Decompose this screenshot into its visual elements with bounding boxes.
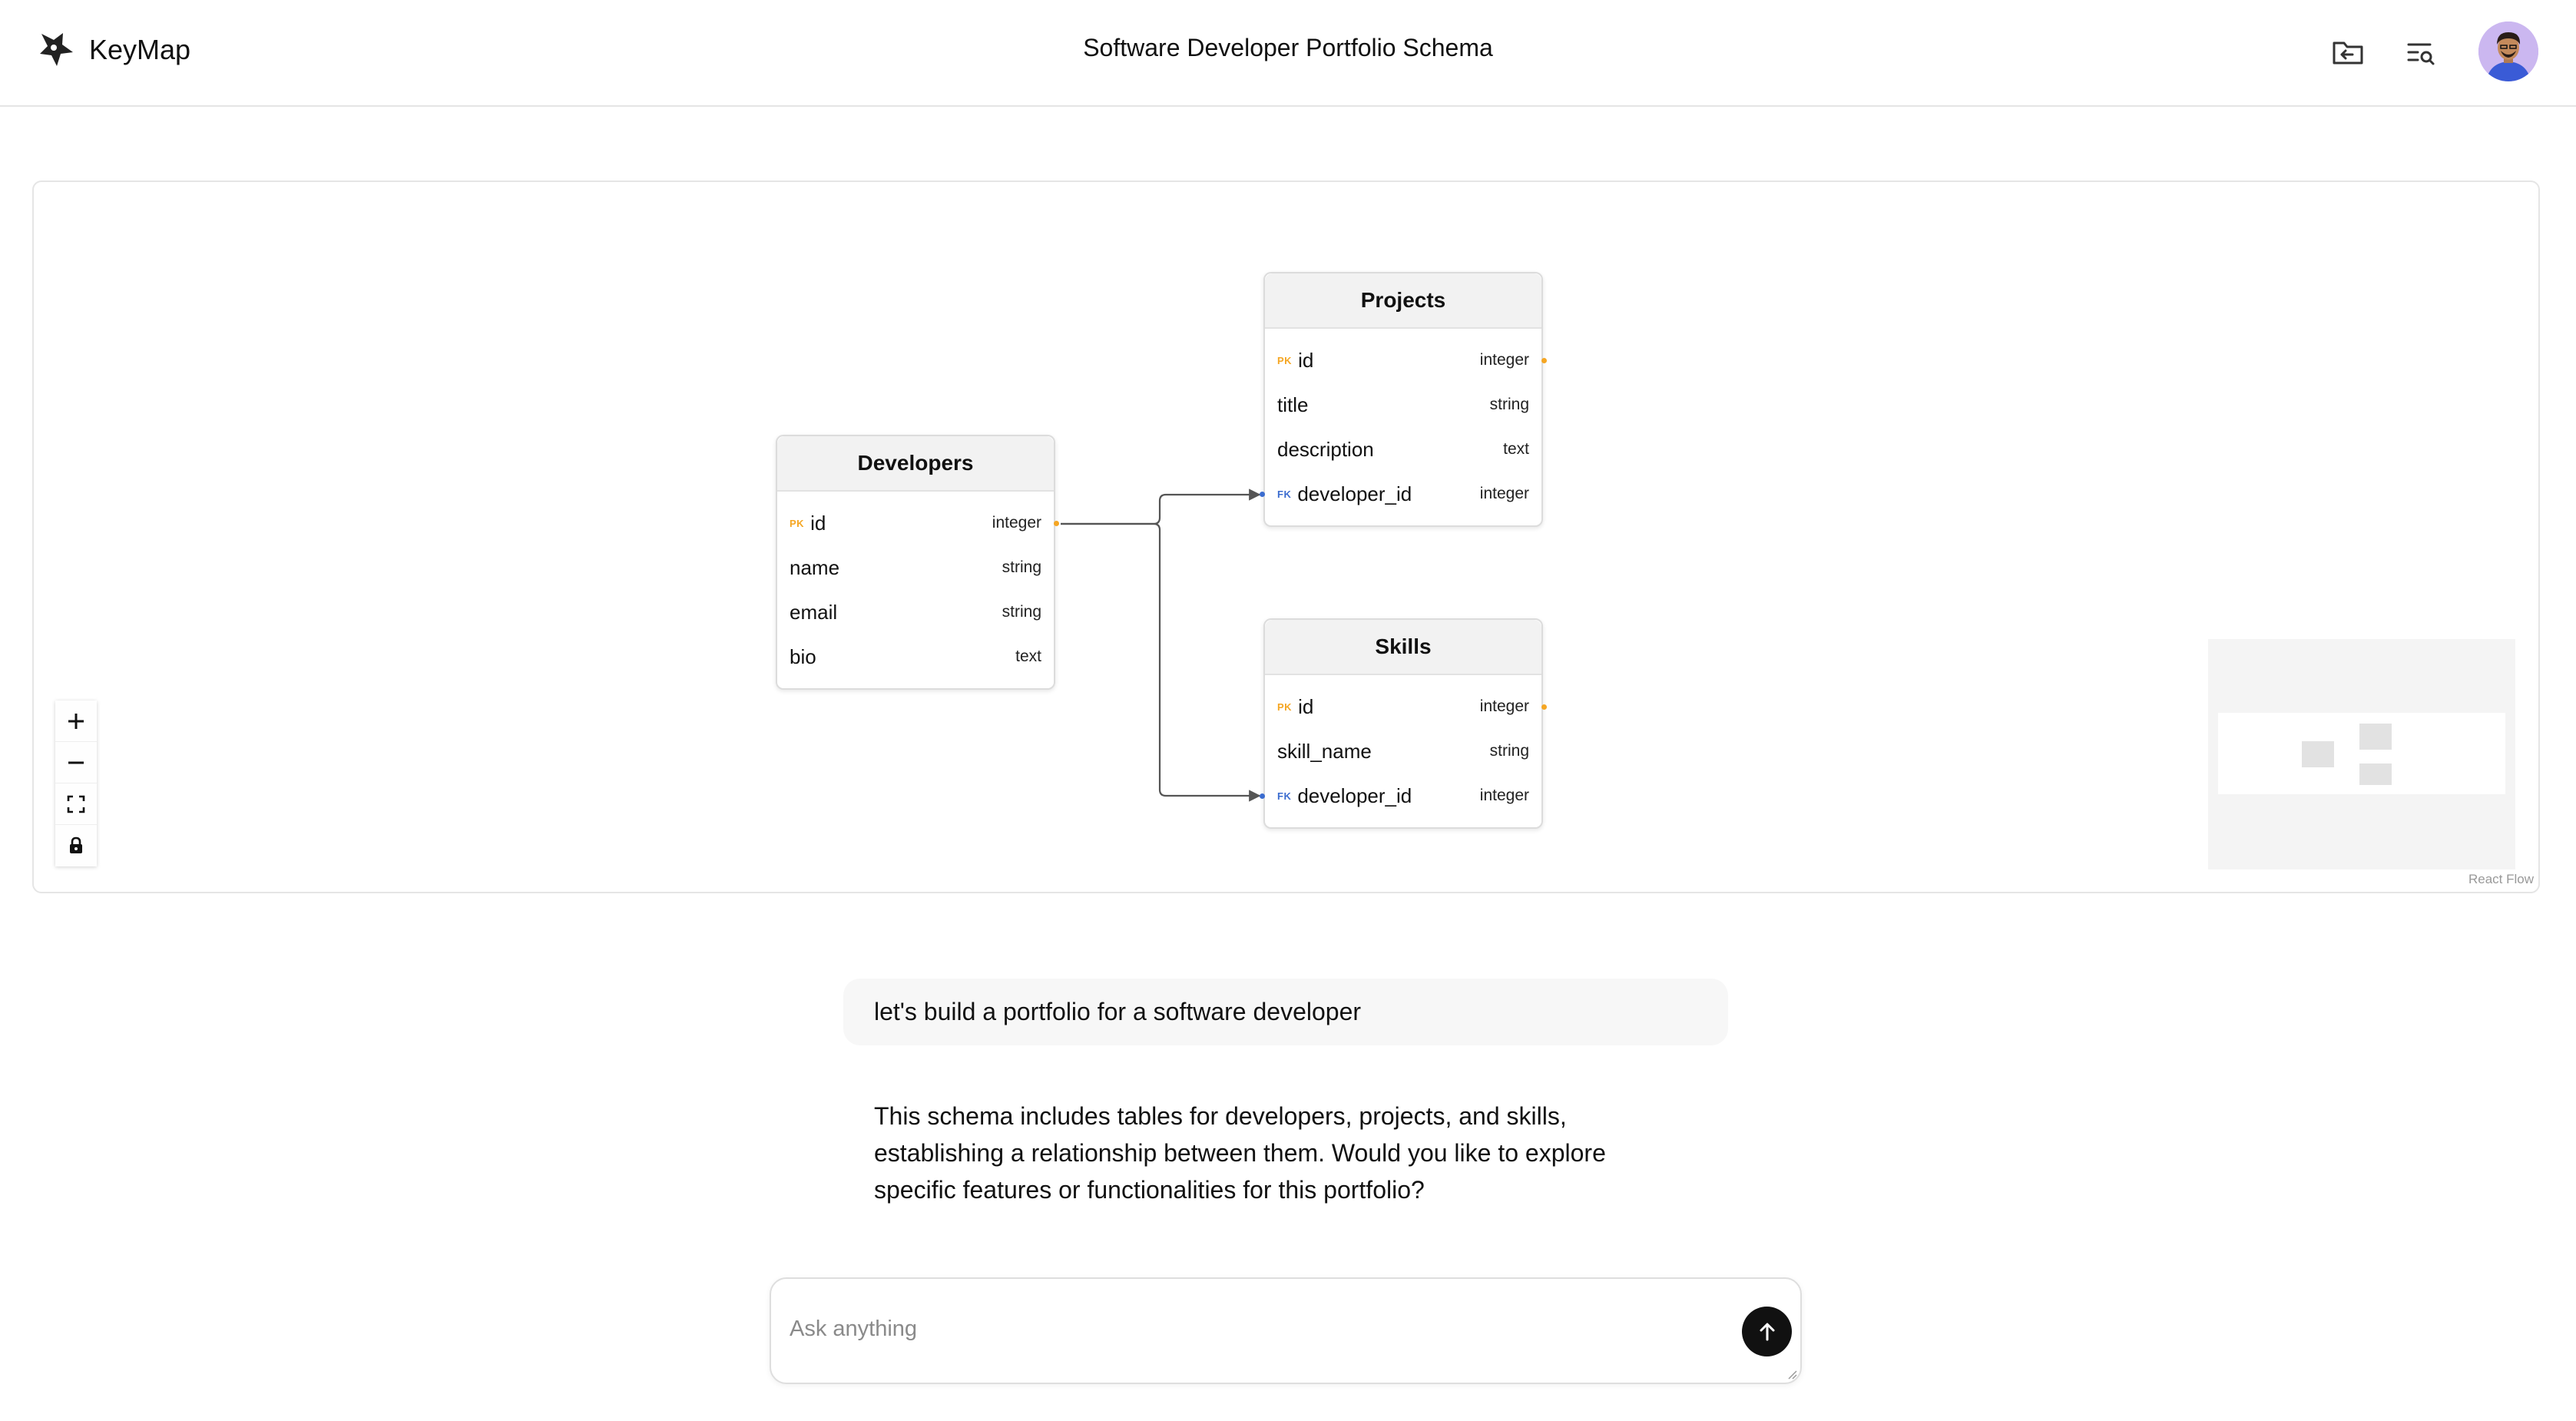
flow-controls bbox=[55, 701, 97, 866]
column-name: developer_id bbox=[1297, 482, 1412, 505]
user-message-bubble: let's build a portfolio for a software d… bbox=[843, 979, 1728, 1045]
assistant-message-line: specific features or functionalities for… bbox=[874, 1176, 1425, 1204]
minimap-node bbox=[2302, 741, 2334, 767]
column-name: skill_name bbox=[1277, 739, 1372, 763]
minimap-node bbox=[2359, 763, 2392, 785]
column-name: id bbox=[1298, 694, 1314, 718]
assistant-message-line: establishing a relationship between them… bbox=[874, 1139, 1606, 1167]
react-flow-attribution[interactable]: React Flow bbox=[2468, 872, 2534, 887]
chat-input[interactable] bbox=[790, 1302, 1696, 1356]
source-handle[interactable] bbox=[1541, 704, 1547, 710]
edge-developers-projects[interactable] bbox=[1061, 489, 1261, 525]
schema-canvas[interactable]: Developers PK id integer name string ema… bbox=[32, 181, 2540, 893]
arrow-up-icon bbox=[1760, 1323, 1774, 1340]
column-type: integer bbox=[992, 514, 1041, 532]
search-list-button[interactable] bbox=[2399, 31, 2442, 74]
list-search-icon bbox=[2407, 43, 2435, 65]
column-type: text bbox=[1503, 440, 1529, 458]
column-row[interactable]: FK developer_id integer bbox=[1260, 773, 1541, 818]
minimap[interactable] bbox=[2208, 639, 2515, 869]
folder-back-icon bbox=[2333, 41, 2363, 65]
zoom-in-icon bbox=[68, 713, 84, 729]
user-message-text: let's build a portfolio for a software d… bbox=[874, 998, 1362, 1025]
column-row[interactable]: title string bbox=[1265, 383, 1541, 427]
column-type: integer bbox=[1479, 351, 1529, 369]
column-name: developer_id bbox=[1297, 783, 1412, 807]
target-handle[interactable] bbox=[1260, 492, 1265, 497]
column-type: string bbox=[1489, 742, 1529, 760]
column-type: string bbox=[1002, 603, 1041, 621]
column-name: id bbox=[810, 511, 826, 535]
column-row[interactable]: PK id integer bbox=[1265, 338, 1547, 383]
avatar-image bbox=[2478, 22, 2538, 81]
table-title: Developers bbox=[777, 436, 1054, 492]
column-name: bio bbox=[790, 644, 816, 668]
column-row[interactable]: PK id integer bbox=[777, 501, 1059, 545]
lock-button[interactable] bbox=[55, 825, 97, 866]
resize-grip-icon[interactable] bbox=[1786, 1369, 1797, 1380]
fit-view-icon bbox=[67, 795, 85, 813]
table-developers[interactable]: Developers PK id integer name string ema… bbox=[776, 435, 1059, 690]
zoom-in-button[interactable] bbox=[55, 701, 97, 742]
source-handle[interactable] bbox=[1541, 358, 1547, 363]
send-button[interactable] bbox=[1742, 1307, 1792, 1356]
zoom-out-button[interactable] bbox=[55, 742, 97, 783]
column-row[interactable]: name string bbox=[777, 545, 1054, 590]
table-title: Skills bbox=[1265, 620, 1541, 675]
column-name: id bbox=[1298, 348, 1314, 372]
column-type: text bbox=[1015, 648, 1041, 665]
column-type: integer bbox=[1479, 485, 1529, 502]
column-row[interactable]: skill_name string bbox=[1265, 729, 1541, 773]
column-row[interactable]: FK developer_id integer bbox=[1260, 472, 1541, 516]
column-name: title bbox=[1277, 393, 1309, 416]
assistant-message-line: This schema includes tables for develope… bbox=[874, 1102, 1567, 1130]
column-type: integer bbox=[1479, 697, 1529, 715]
open-folder-button[interactable] bbox=[2326, 31, 2369, 74]
column-type: string bbox=[1489, 396, 1529, 413]
minimap-node bbox=[2359, 724, 2392, 750]
target-handle[interactable] bbox=[1260, 793, 1265, 799]
primary-key-badge: PK bbox=[1277, 701, 1293, 713]
user-avatar[interactable] bbox=[2478, 22, 2538, 81]
column-type: string bbox=[1002, 558, 1041, 576]
table-title: Projects bbox=[1265, 273, 1541, 329]
column-row[interactable]: bio text bbox=[777, 634, 1054, 679]
page-title: Software Developer Portfolio Schema bbox=[1083, 34, 1493, 61]
column-row[interactable]: email string bbox=[777, 590, 1054, 634]
column-row[interactable]: PK id integer bbox=[1265, 684, 1547, 729]
fit-view-button[interactable] bbox=[55, 783, 97, 825]
lock-icon bbox=[70, 836, 82, 853]
foreign-key-badge: FK bbox=[1277, 488, 1292, 500]
column-name: description bbox=[1277, 437, 1374, 461]
foreign-key-badge: FK bbox=[1277, 790, 1292, 802]
chat-composer bbox=[770, 1277, 1802, 1384]
zoom-out-icon bbox=[68, 761, 84, 763]
column-name: name bbox=[790, 555, 840, 579]
column-type: integer bbox=[1479, 787, 1529, 804]
table-skills[interactable]: Skills PK id integer skill_name string F… bbox=[1260, 618, 1547, 829]
top-bar: KeyMap Software Developer Portfolio Sche… bbox=[0, 0, 2576, 107]
minimap-viewport[interactable] bbox=[2218, 713, 2505, 794]
primary-key-badge: PK bbox=[1277, 354, 1293, 366]
assistant-message: This schema includes tables for develope… bbox=[874, 1098, 1688, 1208]
primary-key-badge: PK bbox=[790, 517, 805, 529]
table-projects[interactable]: Projects PK id integer title string desc… bbox=[1260, 272, 1547, 527]
edge-developers-skills[interactable] bbox=[1061, 522, 1261, 802]
source-handle[interactable] bbox=[1054, 521, 1059, 526]
column-name: email bbox=[790, 600, 838, 624]
column-row[interactable]: description text bbox=[1265, 427, 1541, 472]
